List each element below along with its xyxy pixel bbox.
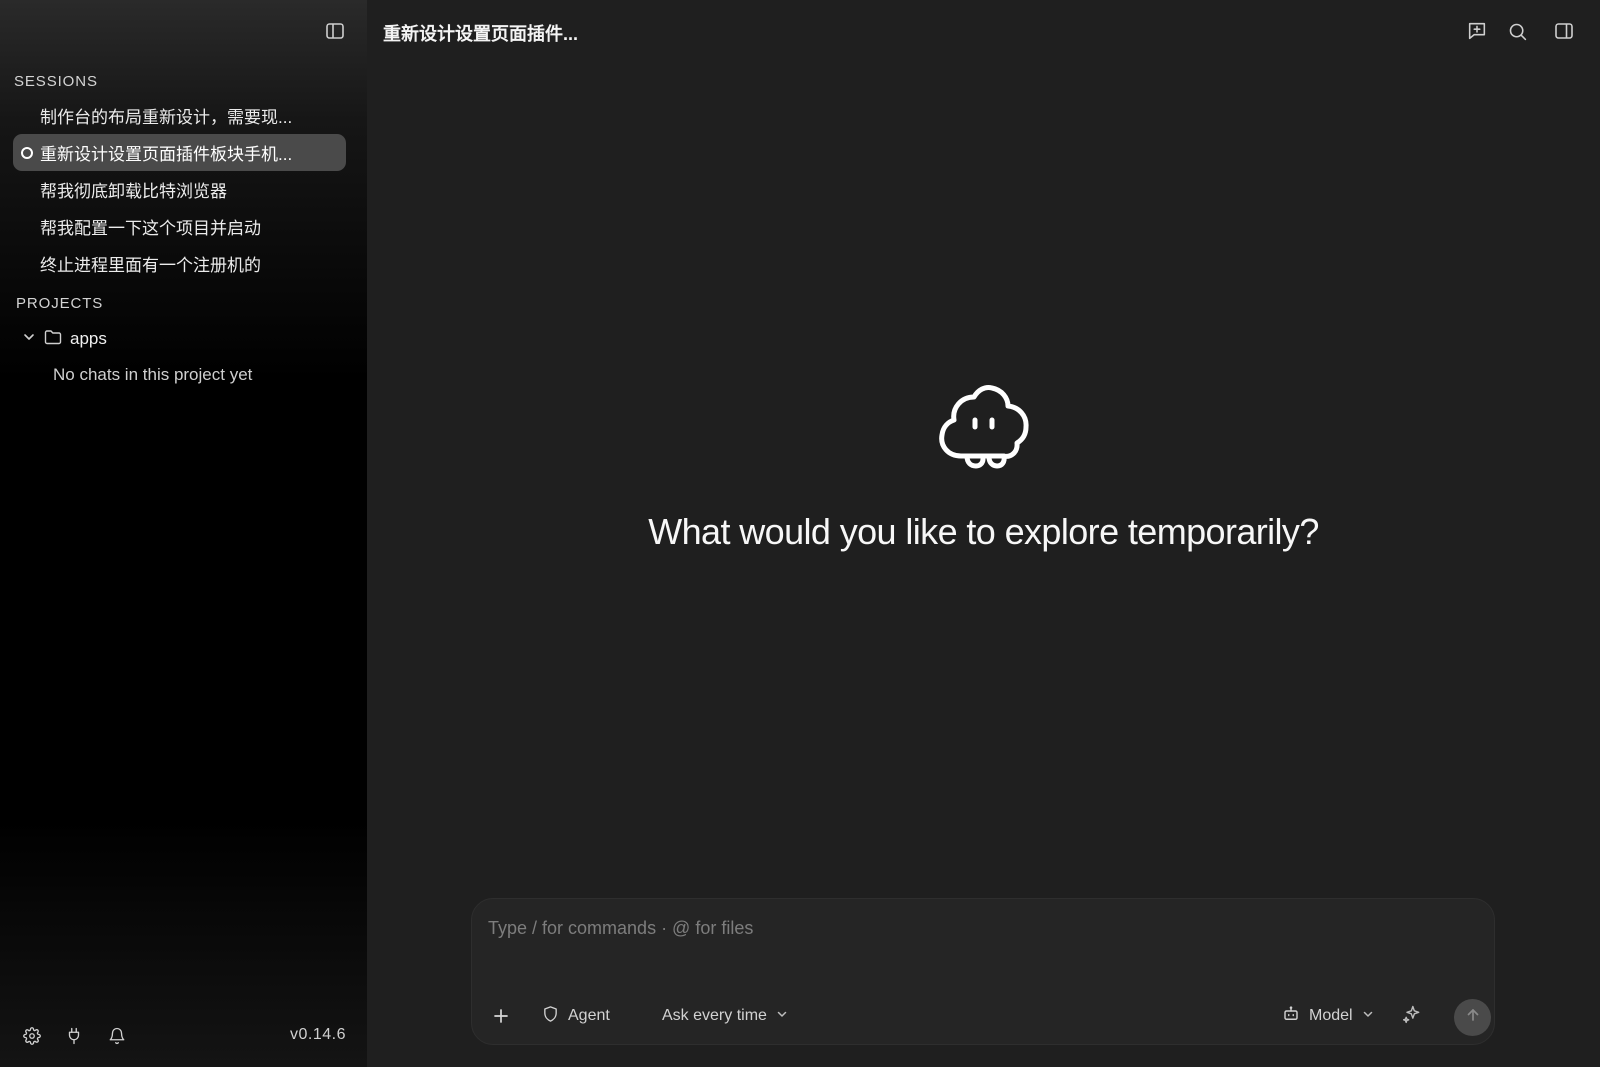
project-empty-message: No chats in this project yet [53, 365, 253, 384]
arrow-up-icon [1465, 1007, 1481, 1028]
model-select[interactable]: Model [1282, 1001, 1374, 1031]
session-title: 重新设计设置页面插件板块手机... [40, 145, 293, 164]
session-item[interactable]: 帮我配置一下这个项目并启动 [13, 208, 346, 245]
project-item-apps[interactable]: apps [22, 322, 107, 356]
chevron-down-icon[interactable] [22, 330, 36, 349]
sessions-heading: SESSIONS [14, 73, 98, 90]
shield-icon [542, 1005, 559, 1028]
session-title: 帮我配置一下这个项目并启动 [40, 219, 261, 238]
session-item[interactable]: 终止进程里面有一个注册机的 [13, 245, 346, 282]
project-name: apps [70, 329, 107, 348]
right-panel-icon[interactable] [1552, 19, 1576, 43]
folder-icon [44, 329, 62, 350]
model-label: Model [1309, 1007, 1353, 1024]
main-panel: 重新设计设置页面插件... What would you like to exp… [367, 0, 1600, 1067]
agent-label: Agent [568, 1007, 610, 1024]
robot-icon [1282, 1005, 1300, 1028]
active-session-indicator-icon [21, 147, 33, 159]
bell-icon[interactable] [106, 1025, 128, 1047]
hero-heading: What would you like to explore temporari… [648, 511, 1319, 552]
app-window: SESSIONS 制作台的布局重新设计，需要现... 重新设计设置页面插件板块手… [0, 0, 1600, 1067]
new-chat-icon[interactable] [1465, 19, 1489, 43]
page-title: 重新设计设置页面插件... [383, 24, 579, 44]
permission-select[interactable]: Ask every time [662, 1001, 788, 1031]
plug-icon[interactable] [63, 1025, 85, 1047]
add-attachment-button[interactable] [492, 1001, 510, 1031]
empty-state: What would you like to explore temporari… [367, 380, 1600, 553]
session-item[interactable]: 制作台的布局重新设计，需要现... [13, 97, 346, 134]
chevron-down-icon [776, 1007, 788, 1025]
app-version: v0.14.6 [290, 1026, 346, 1043]
chevron-down-icon [1362, 1007, 1374, 1025]
sparkles-icon [1402, 1004, 1422, 1029]
send-button[interactable] [1454, 999, 1491, 1036]
enhance-prompt-button[interactable] [1402, 1001, 1422, 1031]
permission-label: Ask every time [662, 1007, 767, 1024]
chat-composer: Agent Ask every time [471, 898, 1495, 1045]
toggle-sidebar-icon[interactable] [324, 20, 346, 42]
agent-mode-button[interactable]: Agent [542, 1001, 610, 1031]
message-input[interactable] [488, 913, 1468, 943]
projects-heading: PROJECTS [16, 295, 104, 312]
session-item-active[interactable]: 重新设计设置页面插件板块手机... [13, 134, 346, 171]
session-item[interactable]: 帮我彻底卸载比特浏览器 [13, 171, 346, 208]
sidebar: SESSIONS 制作台的布局重新设计，需要现... 重新设计设置页面插件板块手… [0, 0, 367, 1067]
session-title: 制作台的布局重新设计，需要现... [40, 108, 293, 127]
session-title: 终止进程里面有一个注册机的 [40, 256, 261, 275]
gear-icon[interactable] [21, 1025, 43, 1047]
cloud-mascot-icon [934, 380, 1034, 485]
session-title: 帮我彻底卸载比特浏览器 [40, 182, 227, 201]
search-icon[interactable] [1505, 19, 1529, 43]
